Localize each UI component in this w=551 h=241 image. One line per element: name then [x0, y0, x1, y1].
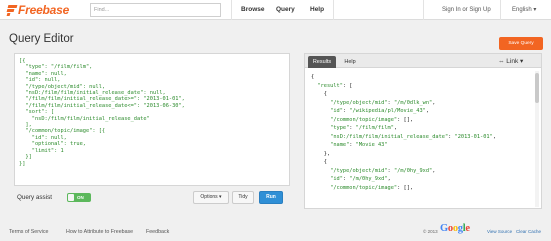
nav-divider	[500, 0, 501, 20]
result-line: "/type/object/mid": "/m/0dlk_wn",	[330, 99, 436, 106]
freebase-logo[interactable]: Freebase	[6, 3, 70, 17]
nav-help[interactable]: Help	[310, 0, 324, 20]
result-line: "/type/object/mid": "/m/0hy_9xd",	[330, 167, 436, 174]
nav-query[interactable]: Query	[276, 0, 295, 20]
result-line: "nsD:/film/film/initial_release_date": "…	[330, 133, 497, 140]
nav-divider	[231, 0, 232, 20]
clear-cache-link[interactable]: Clear Cache	[516, 229, 541, 234]
result-line: "id": "/wikipedia/pl/Movie_43",	[330, 108, 430, 114]
feedback-link[interactable]: Feedback	[146, 229, 169, 235]
freebase-logo-icon	[6, 4, 18, 16]
page-title: Query Editor	[9, 33, 74, 45]
nav-divider	[333, 0, 334, 20]
copyright: © 2013	[423, 229, 438, 234]
result-line: "/common/topic/image": [],	[330, 116, 414, 123]
scrollbar-thumb[interactable]	[535, 73, 539, 103]
logo-text: Freebase	[18, 3, 70, 17]
nav-browse[interactable]: Browse	[241, 0, 264, 20]
query-code[interactable]: [{ "type": "/film/film", "name": null, "…	[19, 58, 185, 167]
result-line: {	[311, 159, 327, 165]
tab-help[interactable]: Help	[341, 56, 359, 68]
result-line: {	[311, 74, 315, 80]
result-line: "name": "Movie 43"	[330, 142, 388, 148]
options-button[interactable]: Options ▾	[193, 191, 229, 204]
toggle-knob	[68, 194, 74, 201]
result-line: "result": [	[317, 82, 353, 89]
tidy-button[interactable]: Tidy	[232, 191, 254, 204]
result-json: { "result": [ { "/type/object/mid": "/m/…	[311, 73, 496, 192]
query-assist-label: Query assist	[17, 194, 52, 201]
run-button[interactable]: Run	[259, 191, 283, 204]
results-scrollbar[interactable]	[535, 71, 539, 207]
sign-in-link[interactable]: Sign In or Sign Up	[442, 0, 491, 20]
result-line: },	[311, 150, 331, 157]
results-panel: Results Help ⇔ Link ▾ { "result": [ { "/…	[304, 53, 542, 209]
result-line: "type": "/film/film",	[330, 125, 398, 131]
tab-results[interactable]: Results	[308, 56, 336, 68]
result-line: "/common/topic/image": [],	[330, 184, 414, 191]
query-line: "/film/film/initial_release_date>=": "20…	[19, 96, 185, 103]
language-dropdown[interactable]: English ▾	[512, 0, 536, 20]
top-bar: Freebase Find... Browse Query Help Sign …	[0, 0, 551, 20]
results-tabs: Results Help ⇔ Link ▾	[305, 54, 541, 68]
link-dropdown[interactable]: ⇔ Link ▾	[498, 56, 523, 67]
attribution-link[interactable]: How to Attribute to Freebase	[66, 229, 133, 235]
query-editor[interactable]: [{ "type": "/film/film", "name": null, "…	[14, 53, 290, 186]
result-line: "id": "/m/0hy_9xd",	[330, 176, 391, 182]
terms-link[interactable]: Terms of Service	[9, 229, 48, 235]
view-source-link[interactable]: View Source	[487, 229, 512, 234]
toggle-state: ON	[77, 195, 84, 200]
google-logo: Google	[440, 223, 470, 234]
save-query-button[interactable]: Save Query	[499, 37, 543, 50]
query-line: }]	[19, 160, 26, 167]
search-input[interactable]: Find...	[90, 3, 221, 17]
nav-divider	[423, 0, 424, 20]
result-line: {	[311, 91, 327, 97]
query-assist-toggle[interactable]: ON	[67, 193, 91, 202]
